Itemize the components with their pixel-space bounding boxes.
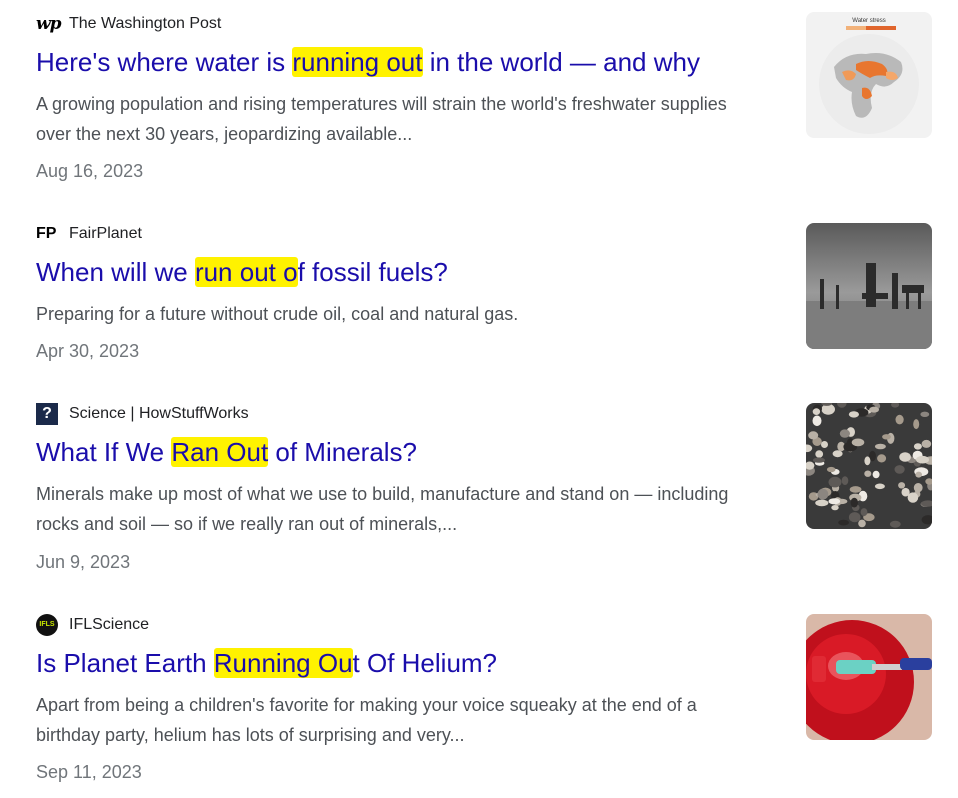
result-title-link[interactable]: Is Planet Earth Running Out Of Helium? [36, 646, 497, 680]
result-title-link[interactable]: When will we run out of fossil fuels? [36, 255, 448, 289]
snippet-line: Preparing for a future without crude oil… [36, 304, 519, 324]
result-snippet: A growing population and rising temperat… [36, 89, 796, 149]
result-snippet: Preparing for a future without crude oil… [36, 299, 796, 329]
title-text: t Of Helium? [352, 648, 498, 678]
source-name: Science | HowStuffWorks [69, 405, 249, 422]
source-row[interactable]: FP FairPlanet [36, 223, 142, 245]
result-date: Jun 9, 2023 [36, 552, 131, 572]
title-text: Here's where water is [36, 47, 293, 77]
result-snippet: Apart from being a children's favorite f… [36, 690, 796, 750]
title-text: What If We [36, 437, 172, 467]
source-name: The Washington Post [69, 15, 222, 32]
title-highlight: run out o [194, 257, 298, 287]
title-highlight: running out [292, 47, 423, 77]
title-text: Is Planet Earth [36, 648, 214, 678]
snippet-line: Minerals make up most of what we use to … [36, 484, 729, 504]
snippet-line: rocks and soil — so if we really ran out… [36, 514, 458, 534]
snippet-line: birthday party, helium has lots of surpr… [36, 725, 465, 745]
source-name: IFLScience [69, 616, 150, 633]
result-date: Aug 16, 2023 [36, 161, 144, 181]
title-text: of Minerals? [268, 437, 418, 467]
water-stress-map-thumbnail[interactable]: Water stress [806, 12, 932, 138]
source-row[interactable]: ? Science | HowStuffWorks [36, 403, 249, 425]
wp-logo-icon: wp [36, 14, 62, 34]
result-date: Apr 30, 2023 [36, 341, 140, 361]
iflscience-logo-icon: IFLS [36, 614, 58, 636]
result-title-link[interactable]: Here's where water is running out in the… [36, 45, 700, 79]
result-snippet: Minerals make up most of what we use to … [36, 479, 796, 539]
result-date: Sep 11, 2023 [36, 762, 142, 782]
snippet-line: Apart from being a children's favorite f… [36, 695, 697, 715]
title-highlight: Ran Out [171, 437, 269, 467]
title-text: When will we [36, 257, 195, 287]
pebbles-thumbnail[interactable] [806, 403, 932, 529]
title-highlight: Running Ou [213, 648, 353, 678]
snippet-line: over the next 30 years, jeopardizing ava… [36, 124, 413, 144]
title-text: f fossil fuels? [297, 257, 448, 287]
fp-logo-icon: FP [36, 225, 57, 242]
result-title-link[interactable]: What If We Ran Out of Minerals? [36, 435, 417, 469]
source-name: FairPlanet [69, 225, 142, 242]
oil-rigs-thumbnail[interactable] [806, 223, 932, 349]
source-row[interactable]: IFLS IFLScience [36, 614, 149, 636]
helium-tank-thumbnail[interactable] [806, 614, 932, 740]
howstuffworks-logo-icon: ? [36, 403, 58, 425]
snippet-line: A growing population and rising temperat… [36, 94, 727, 114]
thumb-caption: Water stress [852, 18, 885, 24]
source-row[interactable]: wp The Washington Post [36, 13, 221, 35]
title-text: in the world — and why [422, 47, 700, 77]
